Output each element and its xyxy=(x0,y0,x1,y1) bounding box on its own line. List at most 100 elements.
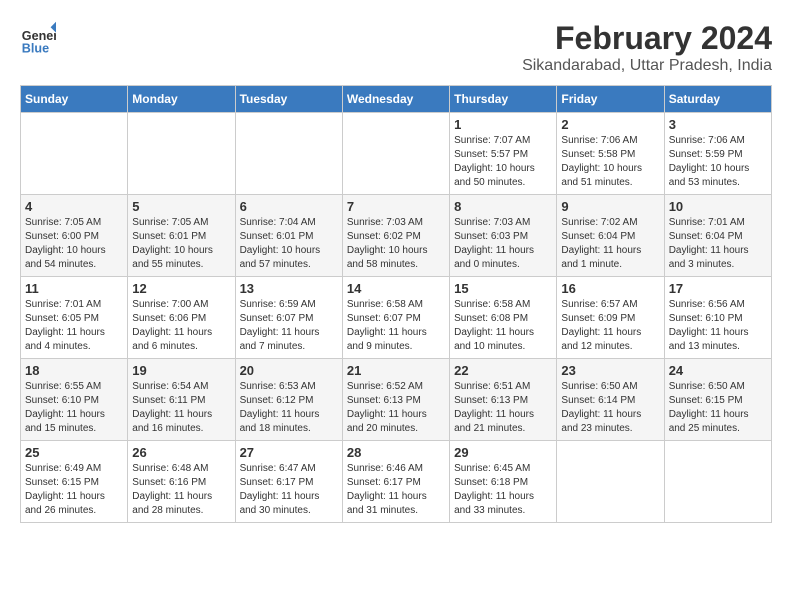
calendar-cell: 15 Sunrise: 6:58 AM Sunset: 6:08 PM Dayl… xyxy=(450,277,557,359)
cell-content: Sunrise: 7:01 AM Sunset: 6:05 PM Dayligh… xyxy=(25,298,123,354)
header-cell-monday: Monday xyxy=(128,86,235,113)
day-number: 19 xyxy=(132,363,230,378)
cell-content: Sunrise: 6:47 AM Sunset: 6:17 PM Dayligh… xyxy=(240,462,338,518)
calendar-cell: 13 Sunrise: 6:59 AM Sunset: 6:07 PM Dayl… xyxy=(235,277,342,359)
calendar-cell xyxy=(557,441,664,523)
daylight-text: Daylight: 11 hours and 1 minute. xyxy=(561,245,641,270)
day-number: 5 xyxy=(132,199,230,214)
daylight-text: Daylight: 11 hours and 31 minutes. xyxy=(347,491,427,516)
sunset-text: Sunset: 6:08 PM xyxy=(454,313,528,324)
daylight-text: Daylight: 10 hours and 57 minutes. xyxy=(240,245,321,270)
calendar-header: SundayMondayTuesdayWednesdayThursdayFrid… xyxy=(21,86,772,113)
sunrise-text: Sunrise: 6:50 AM xyxy=(561,381,637,392)
day-number: 2 xyxy=(561,117,659,132)
calendar-cell: 20 Sunrise: 6:53 AM Sunset: 6:12 PM Dayl… xyxy=(235,359,342,441)
cell-content: Sunrise: 7:05 AM Sunset: 6:01 PM Dayligh… xyxy=(132,216,230,272)
day-number: 9 xyxy=(561,199,659,214)
calendar-cell: 23 Sunrise: 6:50 AM Sunset: 6:14 PM Dayl… xyxy=(557,359,664,441)
cell-content: Sunrise: 6:55 AM Sunset: 6:10 PM Dayligh… xyxy=(25,380,123,436)
day-number: 6 xyxy=(240,199,338,214)
sunrise-text: Sunrise: 6:45 AM xyxy=(454,463,530,474)
sunrise-text: Sunrise: 7:05 AM xyxy=(25,217,101,228)
day-number: 20 xyxy=(240,363,338,378)
cell-content: Sunrise: 6:53 AM Sunset: 6:12 PM Dayligh… xyxy=(240,380,338,436)
calendar-week-4: 18 Sunrise: 6:55 AM Sunset: 6:10 PM Dayl… xyxy=(21,359,772,441)
calendar-week-2: 4 Sunrise: 7:05 AM Sunset: 6:00 PM Dayli… xyxy=(21,195,772,277)
calendar-body: 1 Sunrise: 7:07 AM Sunset: 5:57 PM Dayli… xyxy=(21,113,772,523)
day-number: 8 xyxy=(454,199,552,214)
daylight-text: Daylight: 11 hours and 9 minutes. xyxy=(347,327,427,352)
day-number: 28 xyxy=(347,445,445,460)
cell-content: Sunrise: 6:56 AM Sunset: 6:10 PM Dayligh… xyxy=(669,298,767,354)
sunrise-text: Sunrise: 6:55 AM xyxy=(25,381,101,392)
cell-content: Sunrise: 7:00 AM Sunset: 6:06 PM Dayligh… xyxy=(132,298,230,354)
calendar-cell xyxy=(235,113,342,195)
sunrise-text: Sunrise: 7:01 AM xyxy=(669,217,745,228)
day-number: 24 xyxy=(669,363,767,378)
calendar-week-1: 1 Sunrise: 7:07 AM Sunset: 5:57 PM Dayli… xyxy=(21,113,772,195)
header-row: SundayMondayTuesdayWednesdayThursdayFrid… xyxy=(21,86,772,113)
calendar-cell: 5 Sunrise: 7:05 AM Sunset: 6:01 PM Dayli… xyxy=(128,195,235,277)
day-number: 29 xyxy=(454,445,552,460)
sunset-text: Sunset: 6:15 PM xyxy=(25,477,99,488)
calendar-cell: 9 Sunrise: 7:02 AM Sunset: 6:04 PM Dayli… xyxy=(557,195,664,277)
calendar-cell xyxy=(21,113,128,195)
day-number: 27 xyxy=(240,445,338,460)
calendar-cell: 4 Sunrise: 7:05 AM Sunset: 6:00 PM Dayli… xyxy=(21,195,128,277)
sunrise-text: Sunrise: 7:03 AM xyxy=(454,217,530,228)
day-number: 25 xyxy=(25,445,123,460)
sunset-text: Sunset: 5:57 PM xyxy=(454,149,528,160)
cell-content: Sunrise: 7:01 AM Sunset: 6:04 PM Dayligh… xyxy=(669,216,767,272)
cell-content: Sunrise: 6:49 AM Sunset: 6:15 PM Dayligh… xyxy=(25,462,123,518)
calendar-cell: 3 Sunrise: 7:06 AM Sunset: 5:59 PM Dayli… xyxy=(664,113,771,195)
daylight-text: Daylight: 11 hours and 25 minutes. xyxy=(669,409,749,434)
sunrise-text: Sunrise: 7:01 AM xyxy=(25,299,101,310)
daylight-text: Daylight: 10 hours and 51 minutes. xyxy=(561,163,642,188)
sunrise-text: Sunrise: 6:56 AM xyxy=(669,299,745,310)
cell-content: Sunrise: 6:48 AM Sunset: 6:16 PM Dayligh… xyxy=(132,462,230,518)
sunrise-text: Sunrise: 7:07 AM xyxy=(454,135,530,146)
calendar-cell: 26 Sunrise: 6:48 AM Sunset: 6:16 PM Dayl… xyxy=(128,441,235,523)
calendar-cell: 1 Sunrise: 7:07 AM Sunset: 5:57 PM Dayli… xyxy=(450,113,557,195)
calendar-cell: 6 Sunrise: 7:04 AM Sunset: 6:01 PM Dayli… xyxy=(235,195,342,277)
sunset-text: Sunset: 6:01 PM xyxy=(240,231,314,242)
cell-content: Sunrise: 6:50 AM Sunset: 6:15 PM Dayligh… xyxy=(669,380,767,436)
sunrise-text: Sunrise: 6:47 AM xyxy=(240,463,316,474)
sunset-text: Sunset: 6:10 PM xyxy=(25,395,99,406)
calendar-cell: 29 Sunrise: 6:45 AM Sunset: 6:18 PM Dayl… xyxy=(450,441,557,523)
day-number: 13 xyxy=(240,281,338,296)
header-cell-friday: Friday xyxy=(557,86,664,113)
calendar-cell: 27 Sunrise: 6:47 AM Sunset: 6:17 PM Dayl… xyxy=(235,441,342,523)
logo: General Blue xyxy=(20,20,56,56)
sunrise-text: Sunrise: 7:02 AM xyxy=(561,217,637,228)
sunset-text: Sunset: 6:07 PM xyxy=(240,313,314,324)
calendar-cell: 18 Sunrise: 6:55 AM Sunset: 6:10 PM Dayl… xyxy=(21,359,128,441)
sunrise-text: Sunrise: 6:51 AM xyxy=(454,381,530,392)
title-block: February 2024 Sikandarabad, Uttar Prades… xyxy=(522,20,772,75)
sunset-text: Sunset: 5:59 PM xyxy=(669,149,743,160)
sunset-text: Sunset: 6:14 PM xyxy=(561,395,635,406)
day-number: 12 xyxy=(132,281,230,296)
day-number: 10 xyxy=(669,199,767,214)
sunset-text: Sunset: 6:03 PM xyxy=(454,231,528,242)
logo-icon: General Blue xyxy=(20,20,56,56)
day-number: 1 xyxy=(454,117,552,132)
calendar-cell xyxy=(128,113,235,195)
daylight-text: Daylight: 10 hours and 50 minutes. xyxy=(454,163,535,188)
calendar-cell: 28 Sunrise: 6:46 AM Sunset: 6:17 PM Dayl… xyxy=(342,441,449,523)
calendar-cell: 25 Sunrise: 6:49 AM Sunset: 6:15 PM Dayl… xyxy=(21,441,128,523)
calendar-cell xyxy=(664,441,771,523)
calendar-cell: 7 Sunrise: 7:03 AM Sunset: 6:02 PM Dayli… xyxy=(342,195,449,277)
calendar-table: SundayMondayTuesdayWednesdayThursdayFrid… xyxy=(20,85,772,523)
calendar-cell: 22 Sunrise: 6:51 AM Sunset: 6:13 PM Dayl… xyxy=(450,359,557,441)
daylight-text: Daylight: 11 hours and 18 minutes. xyxy=(240,409,320,434)
cell-content: Sunrise: 6:57 AM Sunset: 6:09 PM Dayligh… xyxy=(561,298,659,354)
daylight-text: Daylight: 11 hours and 26 minutes. xyxy=(25,491,105,516)
cell-content: Sunrise: 7:02 AM Sunset: 6:04 PM Dayligh… xyxy=(561,216,659,272)
daylight-text: Daylight: 11 hours and 23 minutes. xyxy=(561,409,641,434)
sunset-text: Sunset: 6:06 PM xyxy=(132,313,206,324)
sunset-text: Sunset: 6:04 PM xyxy=(669,231,743,242)
calendar-week-5: 25 Sunrise: 6:49 AM Sunset: 6:15 PM Dayl… xyxy=(21,441,772,523)
day-number: 4 xyxy=(25,199,123,214)
day-number: 18 xyxy=(25,363,123,378)
